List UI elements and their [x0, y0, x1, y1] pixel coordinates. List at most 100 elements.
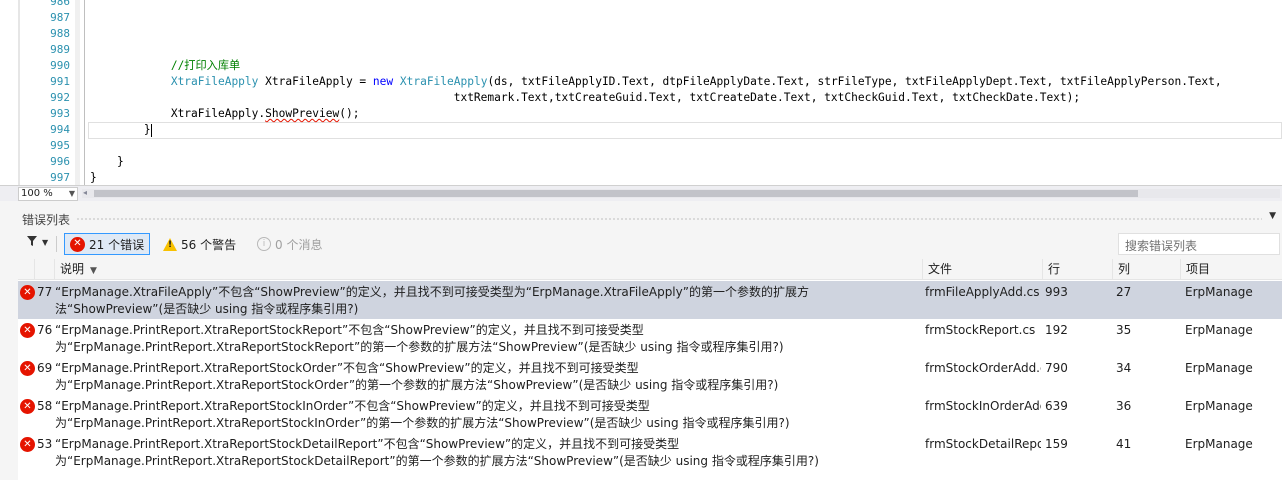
error-icon: ✕ — [20, 437, 35, 452]
error-project: ErpManage — [1185, 437, 1253, 451]
code-line-994: } — [90, 122, 1282, 138]
header-project-label: 项目 — [1186, 262, 1211, 276]
error-code: 76 — [37, 323, 53, 337]
error-list-grid[interactable]: 说明 ▼ 文件 行 列 项目 ✕ 77 “ErpManage.XtraFileAp… — [18, 259, 1282, 480]
error-column: 34 — [1116, 361, 1132, 375]
header-file[interactable]: 文件 — [922, 259, 1042, 280]
error-code: 69 — [37, 361, 53, 375]
table-row[interactable]: ✕ 77 “ErpManage.XtraFileApply”不包含“ShowPr… — [18, 281, 1282, 319]
line-number: 993 — [50, 107, 70, 120]
line-number: 990 — [50, 59, 70, 72]
header-project[interactable]: 项目 — [1180, 259, 1282, 280]
error-column: 35 — [1116, 323, 1132, 337]
error-project: ErpManage — [1185, 323, 1253, 337]
error-file: frmFileApplyAdd.cs — [925, 285, 1040, 299]
header-code-column[interactable] — [34, 259, 54, 280]
search-error-list-input[interactable]: 搜索错误列表 — [1118, 233, 1280, 255]
error-list-toolbar: ▼ ✕ 21 个错误 56 个警告 i 0 个消息 搜索错误列表 — [18, 231, 1282, 257]
warnings-filter-button[interactable]: 56 个警告 — [158, 233, 241, 255]
header-description[interactable]: 说明 ▼ — [54, 259, 922, 280]
scrollbar-thumb[interactable] — [94, 190, 1138, 197]
code-comment: //打印入库单 — [170, 59, 241, 72]
info-icon: i — [257, 237, 271, 251]
grid-header: 说明 ▼ 文件 行 列 项目 — [18, 259, 1282, 280]
line-number: 994 — [50, 123, 70, 136]
warnings-count-label: 56 个警告 — [181, 237, 237, 252]
code-line-997: } — [90, 170, 1282, 185]
code-editor[interactable]: 986 987 988 989 990 991 992 993 994 995 … — [0, 0, 1282, 185]
header-column[interactable]: 列 — [1112, 259, 1180, 280]
code-text-area[interactable]: //打印入库单 XtraFileApply XtraFileApply = ne… — [90, 0, 1282, 185]
error-squiggle[interactable]: ShowPreview — [265, 107, 339, 120]
error-description: “ErpManage.PrintReport.XtraReportStockRe… — [55, 323, 784, 354]
line-number: 997 — [50, 171, 70, 184]
zoom-level: 100 % — [21, 188, 53, 199]
code-text: txtRemark.Text,txtCreateGuid.Text, txtCr… — [453, 91, 1081, 104]
panel-menu-dropdown-icon[interactable]: ▼ — [1269, 211, 1276, 221]
errors-filter-button[interactable]: ✕ 21 个错误 — [64, 233, 151, 255]
error-icon: ✕ — [70, 236, 85, 252]
sort-desc-icon: ▼ — [90, 266, 97, 276]
code-line-992: txtRemark.Text,txtCreateGuid.Text, txtCr… — [90, 90, 1282, 106]
error-file: frmStockReport.cs — [925, 323, 1036, 337]
error-description: “ErpManage.PrintReport.XtraReportStockOr… — [55, 361, 779, 392]
code-text: XtraFileApply = — [258, 75, 373, 88]
error-column: 41 — [1116, 437, 1132, 451]
change-tracking-bar — [75, 0, 80, 185]
header-description-label: 说明 — [60, 262, 85, 276]
error-line: 192 — [1045, 323, 1068, 337]
error-project: ErpManage — [1185, 361, 1253, 375]
error-icon: ✕ — [20, 285, 35, 300]
table-row[interactable]: ✕ 53 “ErpManage.PrintReport.XtraReportSt… — [18, 433, 1282, 471]
code-text: XtraFileApply. — [170, 107, 266, 120]
filter-icon[interactable] — [26, 235, 38, 250]
toolbar-separator — [56, 236, 57, 252]
code-text: (ds, txtFileApplyID.Text, dtpFileApplyDa… — [487, 75, 1222, 88]
error-column: 36 — [1116, 399, 1132, 413]
zoom-dropdown[interactable]: 100 % ▼ — [18, 187, 78, 201]
header-line[interactable]: 行 — [1042, 259, 1112, 280]
scroll-left-arrow-icon[interactable]: ◂ — [83, 188, 87, 197]
chevron-down-icon: ▼ — [68, 189, 75, 198]
errors-count-label: 21 个错误 — [89, 237, 145, 252]
header-column-label: 列 — [1118, 262, 1131, 276]
error-line: 159 — [1045, 437, 1068, 451]
error-line: 993 — [1045, 285, 1068, 299]
line-number: 987 — [50, 11, 70, 24]
table-row[interactable]: ✕ 69 “ErpManage.PrintReport.XtraReportSt… — [18, 357, 1282, 395]
header-icon-column[interactable] — [18, 259, 34, 280]
error-icon: ✕ — [20, 323, 35, 338]
code-line-990: //打印入库单 — [90, 58, 1282, 74]
chevron-down-icon[interactable]: ▼ — [42, 238, 48, 247]
code-keyword: new — [372, 75, 394, 88]
line-number: 992 — [50, 91, 70, 104]
error-description: “ErpManage.XtraFileApply”不包含“ShowPreview… — [55, 285, 809, 316]
code-type: XtraFileApply — [399, 75, 488, 88]
table-row[interactable]: ✕ 58 “ErpManage.PrintReport.XtraReportSt… — [18, 395, 1282, 433]
horizontal-scrollbar[interactable] — [82, 189, 1280, 198]
panel-title-bar[interactable]: 错误列表 ▼ — [0, 209, 1282, 227]
outlining-line — [84, 0, 85, 185]
error-icon: ✕ — [20, 399, 35, 414]
panel-drag-grip[interactable] — [76, 217, 1262, 222]
code-text: (); — [339, 107, 360, 120]
error-code: 77 — [37, 285, 53, 299]
text-caret — [150, 123, 152, 137]
line-number: 996 — [50, 155, 70, 168]
code-text: } — [116, 155, 124, 168]
error-file: frmStockInOrderAdd.cs — [925, 399, 1041, 413]
table-row[interactable]: ✕ 76 “ErpManage.PrintReport.XtraReportSt… — [18, 319, 1282, 357]
search-placeholder: 搜索错误列表 — [1125, 239, 1198, 253]
error-file: frmStockDetailReport.cs — [925, 437, 1041, 451]
error-project: ErpManage — [1185, 399, 1253, 413]
header-line-label: 行 — [1048, 262, 1061, 276]
messages-filter-button[interactable]: i 0 个消息 — [252, 233, 327, 255]
code-line-996: } — [90, 154, 1282, 170]
panel-title: 错误列表 — [22, 213, 71, 227]
error-line: 639 — [1045, 399, 1068, 413]
header-file-label: 文件 — [928, 262, 953, 276]
error-code: 53 — [37, 437, 53, 451]
warning-icon — [163, 237, 177, 251]
error-description: “ErpManage.PrintReport.XtraReportStockIn… — [55, 399, 790, 430]
